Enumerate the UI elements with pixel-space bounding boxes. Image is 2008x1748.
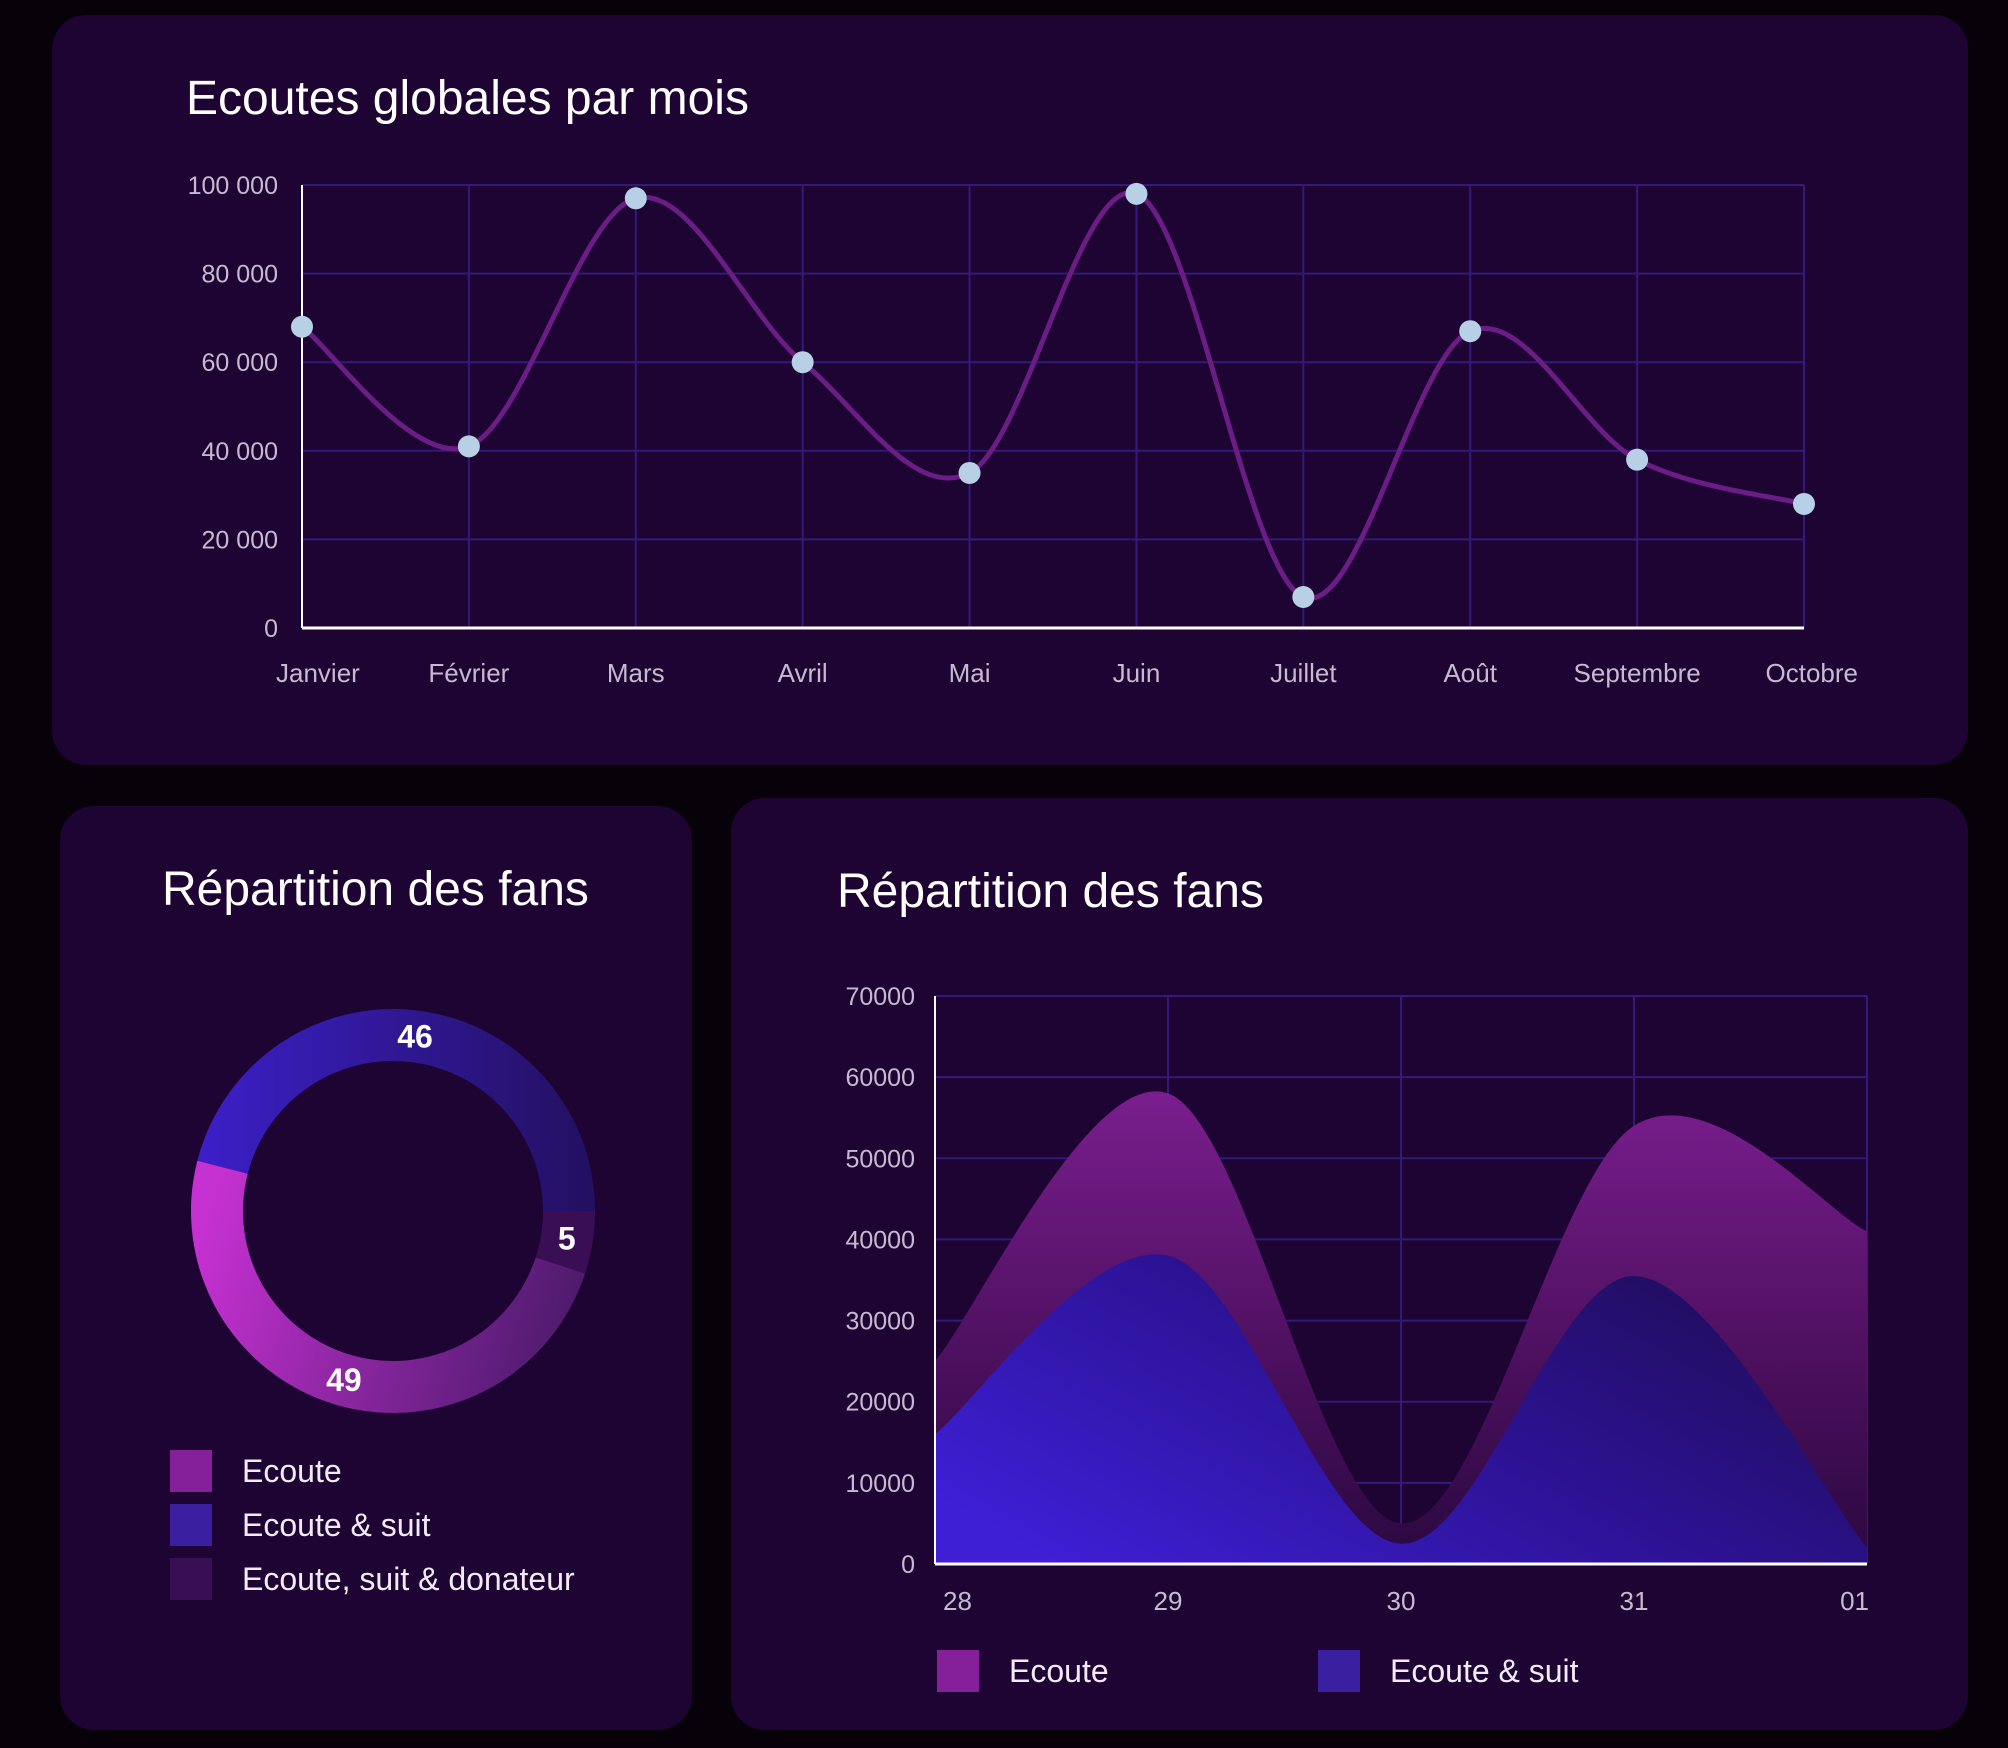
x-tick-label: Janvier: [276, 658, 360, 688]
data-point: [791, 351, 814, 374]
donut-slice-label: 5: [558, 1221, 576, 1257]
x-tick-label: 31: [1620, 1586, 1649, 1616]
legend-swatch: [170, 1558, 212, 1600]
fan-distribution-donut-card: Répartition des fans 46 49 5 Ecoute Ecoute…: [60, 806, 692, 1730]
x-tick-label: Août: [1443, 658, 1497, 688]
legend-label: Ecoute: [242, 1452, 342, 1489]
y-tick-label: 40 000: [202, 438, 278, 466]
legend-label: Ecoute & suit: [1390, 1652, 1579, 1689]
monthly-listens-line-chart: 0 20 000 40 000 60 000 80 000 100 000 Janvier F…: [188, 172, 1859, 688]
y-tick-label: 50000: [845, 1145, 915, 1173]
x-tick-label: Avril: [778, 658, 828, 688]
x-tick-label: 28: [943, 1586, 972, 1616]
data-point: [1626, 448, 1649, 471]
y-tick-label: 20 000: [202, 526, 278, 554]
legend-swatch: [937, 1650, 979, 1692]
y-tick-label: 10000: [845, 1470, 915, 1498]
x-tick-label: Juillet: [1270, 658, 1337, 688]
series-line: [300, 190, 1805, 601]
monthly-listens-card: Ecoutes globales par mois 0 20 000 40 000 6…: [52, 15, 1968, 765]
legend-label: Ecoute, suit & donateur: [242, 1560, 575, 1597]
legend-item-ecoute-suit[interactable]: Ecoute & suit: [1318, 1650, 1579, 1692]
x-tick-label: 30: [1387, 1586, 1416, 1616]
legend-item-ecoute-suit[interactable]: Ecoute & suit: [170, 1504, 431, 1546]
x-tick-label: Juin: [1113, 658, 1161, 688]
x-tick-label: Mars: [607, 658, 665, 688]
donut-slice-label: 49: [326, 1362, 362, 1398]
y-tick-label: 60 000: [202, 349, 278, 377]
donut-slice-label: 46: [397, 1018, 433, 1054]
donut-legend: Ecoute Ecoute & suit Ecoute, suit & dona…: [170, 1450, 670, 1610]
data-point: [457, 435, 480, 458]
x-tick-label: Octobre: [1766, 658, 1859, 688]
legend-swatch: [170, 1450, 212, 1492]
fan-distribution-area-card: Répartition des fans 0 10000 20000 30000 400…: [731, 798, 1968, 1730]
area-legend: Ecoute Ecoute & suit: [937, 1650, 1837, 1700]
y-tick-label: 80 000: [202, 261, 278, 289]
x-tick-label: 29: [1154, 1586, 1183, 1616]
data-point: [1292, 585, 1315, 608]
data-point: [624, 187, 647, 210]
donut-slice: [197, 1009, 596, 1211]
data-point: [1793, 492, 1815, 515]
x-tick-label: Septembre: [1574, 658, 1701, 688]
y-tick-label: 40000: [845, 1226, 915, 1254]
y-tick-label: 100 000: [188, 172, 278, 200]
legend-label: Ecoute: [1009, 1652, 1109, 1689]
y-tick-label: 30000: [845, 1308, 915, 1336]
x-tick-label: Mai: [949, 658, 991, 688]
y-tick-label: 0: [264, 615, 278, 643]
x-tick-label: Février: [428, 658, 509, 688]
donut-slice: [191, 1160, 586, 1413]
y-tick-label: 60000: [845, 1064, 915, 1092]
legend-item-ecoute[interactable]: Ecoute: [937, 1650, 1109, 1692]
legend-item-ecoute-suit-donateur[interactable]: Ecoute, suit & donateur: [170, 1558, 575, 1600]
data-point: [958, 461, 981, 484]
legend-swatch: [1318, 1650, 1360, 1692]
legend-swatch: [170, 1504, 212, 1546]
legend-item-ecoute[interactable]: Ecoute: [170, 1450, 342, 1492]
fan-distribution-area-chart: 0 10000 20000 30000 40000 50000 60000 70000 28 29…: [845, 983, 1869, 1616]
data-point: [1459, 320, 1482, 343]
data-point: [291, 315, 313, 338]
y-tick-label: 0: [901, 1551, 915, 1579]
y-tick-label: 70000: [845, 983, 915, 1011]
x-tick-label: 01: [1840, 1586, 1869, 1616]
legend-label: Ecoute & suit: [242, 1506, 431, 1543]
y-tick-label: 20000: [845, 1389, 915, 1417]
data-point: [1125, 182, 1148, 205]
